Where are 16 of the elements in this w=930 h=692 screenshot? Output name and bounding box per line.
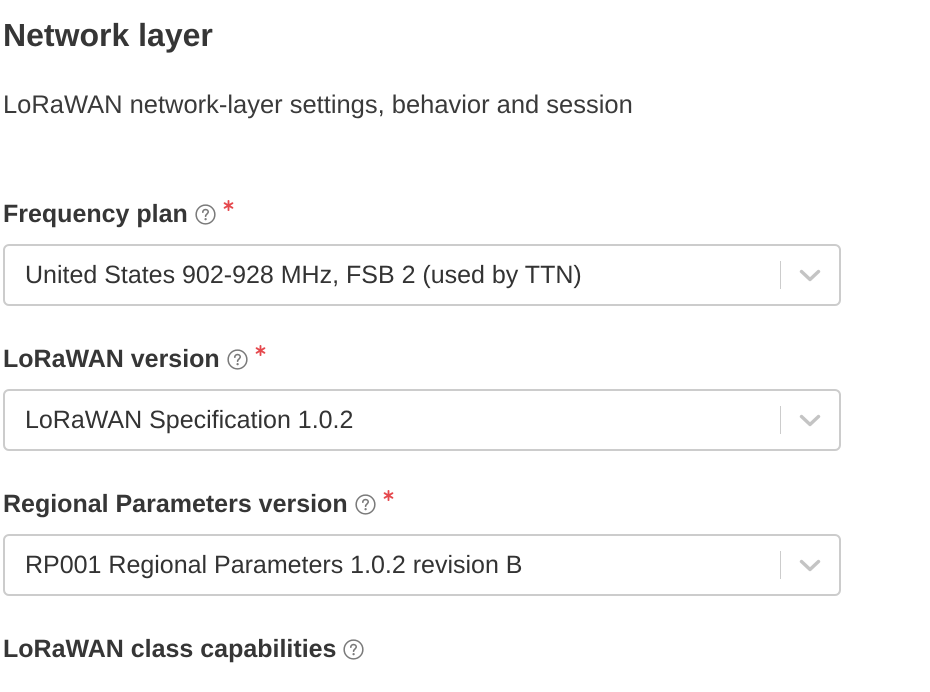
dropdown-select[interactable]: LoRaWAN Specification 1.0.2 — [3, 389, 841, 451]
help-icon[interactable] — [226, 348, 248, 370]
section-description: LoRaWAN network-layer settings, behavior and session — [3, 90, 634, 121]
field-label: Regional Parameters version — [3, 489, 348, 519]
help-icon[interactable] — [354, 494, 376, 514]
dropdown-select[interactable]: United States 902-928 MHz, FSB 2 (used by TTN) — [3, 244, 841, 306]
chevron-down-icon — [799, 558, 821, 572]
field-label: Frequency plan — [3, 199, 188, 229]
field-label: LoRaWAN class capabilities — [3, 634, 336, 664]
field-label: LoRaWAN version — [3, 344, 220, 374]
chevron-down-icon — [799, 414, 821, 426]
chevron-down-icon — [799, 268, 821, 282]
dropdown-select[interactable]: RP001 Regional Parameters 1.0.2 revision B — [3, 534, 841, 596]
section-heading: Network layer — [3, 16, 214, 55]
help-icon[interactable] — [343, 638, 364, 660]
help-icon[interactable] — [194, 204, 216, 224]
